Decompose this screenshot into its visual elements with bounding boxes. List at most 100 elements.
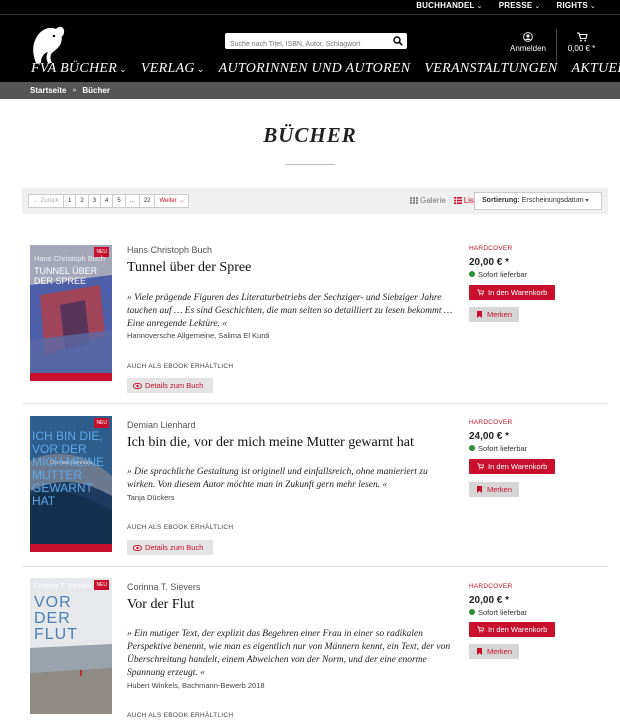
availability-label: Sofort lieferbar — [478, 270, 528, 279]
details-button[interactable]: Details zum Buch — [127, 540, 213, 555]
nav-item-veranstaltungen[interactable]: VERANSTALTUNGEN — [424, 61, 557, 77]
pagination-page[interactable]: 2 — [75, 194, 89, 208]
cart-icon — [576, 32, 588, 42]
search-input[interactable] — [225, 36, 390, 53]
ebook-note: AUCH ALS EBOOK ERHÄLTLICH — [127, 712, 234, 719]
available-dot — [469, 445, 475, 451]
search-box — [225, 33, 407, 53]
availability-label: Sofort lieferbar — [478, 444, 528, 453]
nav-item-fva-buecher[interactable]: FVA BÜCHER ⌄ — [31, 61, 127, 77]
chevron-down-icon: ⌄ — [534, 3, 541, 10]
available-dot — [469, 271, 475, 277]
sort-select[interactable]: Sortierung: Erscheinungsdatum ▾ — [474, 192, 602, 210]
quote-source: Hannoversche Allgemeine, Salima El Kurdi — [127, 331, 270, 340]
quote-source: Hubert Winkels, Bachmann-Bewerb 2018 — [127, 681, 265, 690]
nav-item-autorinnen[interactable]: AUTORINNEN UND AUTOREN — [219, 61, 411, 77]
add-to-cart-button[interactable]: In den Warenkorb — [469, 285, 555, 300]
pagination-prev[interactable]: ← Zurück — [28, 194, 65, 208]
details-button[interactable]: Details zum Buch — [127, 378, 213, 393]
view-gallery-button[interactable]: Galerie — [410, 196, 446, 205]
main-nav: FVA BÜCHER ⌄ VERLAG ⌄ AUTORINNEN UND AUTOR… — [31, 61, 620, 77]
price: 20,00 € * — [469, 595, 510, 606]
book-title[interactable]: Ich bin die, vor der mich meine Mutter g… — [127, 435, 414, 451]
book-cover[interactable]: NEU Demian Lienhard ICH BIN DIE, VOR DER… — [30, 416, 112, 552]
binding-label: HARDCOVER — [469, 419, 513, 426]
book-item: NEU Corinna T. Sievers VOR DER FLUT Cori… — [22, 567, 608, 728]
breadcrumb-current: Bücher — [82, 86, 110, 95]
add-to-cart-button[interactable]: In den Warenkorb — [469, 459, 555, 474]
remember-button[interactable]: Merken — [469, 644, 519, 659]
book-quote: » Die sprachliche Gestaltung ist origine… — [127, 467, 428, 490]
book-cover[interactable]: NEU Corinna T. Sievers VOR DER FLUT — [30, 578, 112, 714]
pagination-page[interactable]: 1 — [63, 194, 77, 208]
remember-label: Merken — [487, 310, 513, 319]
cart-icon — [477, 626, 484, 633]
view-gallery-label: Galerie — [420, 196, 446, 205]
breadcrumb: Startseite » Bücher — [0, 82, 620, 99]
bookmark-icon — [477, 648, 482, 655]
availability: Sofort lieferbar — [469, 608, 527, 617]
sort-label: Sortierung: — [482, 197, 520, 204]
cart-icon — [477, 289, 484, 296]
details-label: Details zum Buch — [145, 543, 204, 552]
price: 24,00 € * — [469, 431, 510, 442]
book-title[interactable]: Tunnel über der Spree — [127, 260, 251, 276]
availability-label: Sofort lieferbar — [478, 608, 528, 617]
pagination-page[interactable]: 22 — [138, 194, 156, 208]
login-label: Anmelden — [509, 44, 547, 53]
add-to-cart-button[interactable]: In den Warenkorb — [469, 622, 555, 637]
top-link-buchhandel[interactable]: BUCHHANDEL ⌄ — [416, 1, 483, 10]
cover-title: VOR DER FLUT — [34, 594, 78, 643]
top-link-label: RIGHTS — [556, 1, 588, 10]
cover-title: ICH BIN DIE, VOR DER MICH MEINE MUTTER G… — [32, 429, 104, 508]
details-label: Details zum Buch — [145, 381, 204, 390]
bookmark-icon — [477, 311, 482, 318]
nav-item-aktuelles[interactable]: AKTUELLES — [572, 61, 620, 77]
top-link-presse[interactable]: PRESSE ⌄ — [499, 1, 541, 10]
book-title[interactable]: Vor der Flut — [127, 597, 194, 613]
login-link[interactable]: Anmelden — [508, 32, 548, 53]
eye-icon — [133, 545, 142, 551]
remember-button[interactable]: Merken — [469, 482, 519, 497]
book-author[interactable]: Corinna T. Sievers — [127, 582, 200, 592]
price: 20,00 € * — [469, 257, 510, 268]
book-author[interactable]: Demian Lienhard — [127, 420, 196, 430]
breadcrumb-home[interactable]: Startseite — [30, 86, 66, 95]
user-icon — [523, 32, 533, 42]
remember-button[interactable]: Merken — [469, 307, 519, 322]
cart-link[interactable]: 0,00 € * — [556, 29, 606, 63]
cover-title: TUNNEL ÜBER DER SPREE — [34, 266, 98, 286]
chevron-down-icon: ⌄ — [196, 64, 205, 74]
nav-item-label: FVA BÜCHER — [31, 61, 118, 76]
book-author[interactable]: Hans Christoph Buch — [127, 245, 212, 255]
top-link-rights[interactable]: RIGHTS ⌄ — [556, 1, 596, 10]
book-item: NEU Hans Christoph Buch TUNNEL ÜBER DER … — [22, 232, 608, 404]
new-badge: NEU — [94, 580, 109, 590]
pagination-page[interactable]: 3 — [87, 194, 102, 208]
book-quote: » Ein mutiger Text, der explizit das Beg… — [127, 629, 451, 678]
ebook-note: AUCH ALS EBOOK ERHÄLTLICH — [127, 363, 234, 370]
cover-author: Hans Christoph Buch — [34, 254, 105, 263]
add-to-cart-label: In den Warenkorb — [488, 625, 548, 634]
grid-icon — [410, 197, 418, 204]
pagination-next[interactable]: Weiter → — [154, 194, 190, 208]
cart-icon — [477, 463, 484, 470]
sort-value: Erscheinungsdatum — [521, 197, 584, 204]
search-icon[interactable] — [393, 36, 403, 46]
nav-item-verlag[interactable]: VERLAG ⌄ — [141, 61, 205, 77]
quote-source: Tanja Dückers — [127, 493, 175, 502]
top-link-label: PRESSE — [498, 1, 533, 10]
available-dot — [469, 609, 475, 615]
pagination-page[interactable]: 4 — [100, 194, 114, 208]
remember-label: Merken — [487, 647, 513, 656]
site-header: Anmelden 0,00 € * FVA BÜCHER⌄ VERLAG⌄ AU… — [0, 15, 620, 82]
list-icon — [453, 197, 462, 204]
book-cover[interactable]: NEU Hans Christoph Buch TUNNEL ÜBER DER … — [30, 245, 112, 381]
pagination-page[interactable]: 5 — [112, 194, 126, 208]
top-links: BUCHHANDEL ⌄ PRESSE ⌄ RIGHTS ⌄ — [416, 1, 596, 10]
book-quote: » Viele prägende Figuren des Literaturbe… — [127, 293, 453, 329]
eye-icon — [133, 383, 142, 389]
book-item: NEU Demian Lienhard ICH BIN DIE, VOR DER… — [22, 404, 608, 567]
pagination-ellipsis: ... — [124, 194, 140, 208]
new-badge: NEU — [94, 418, 109, 428]
